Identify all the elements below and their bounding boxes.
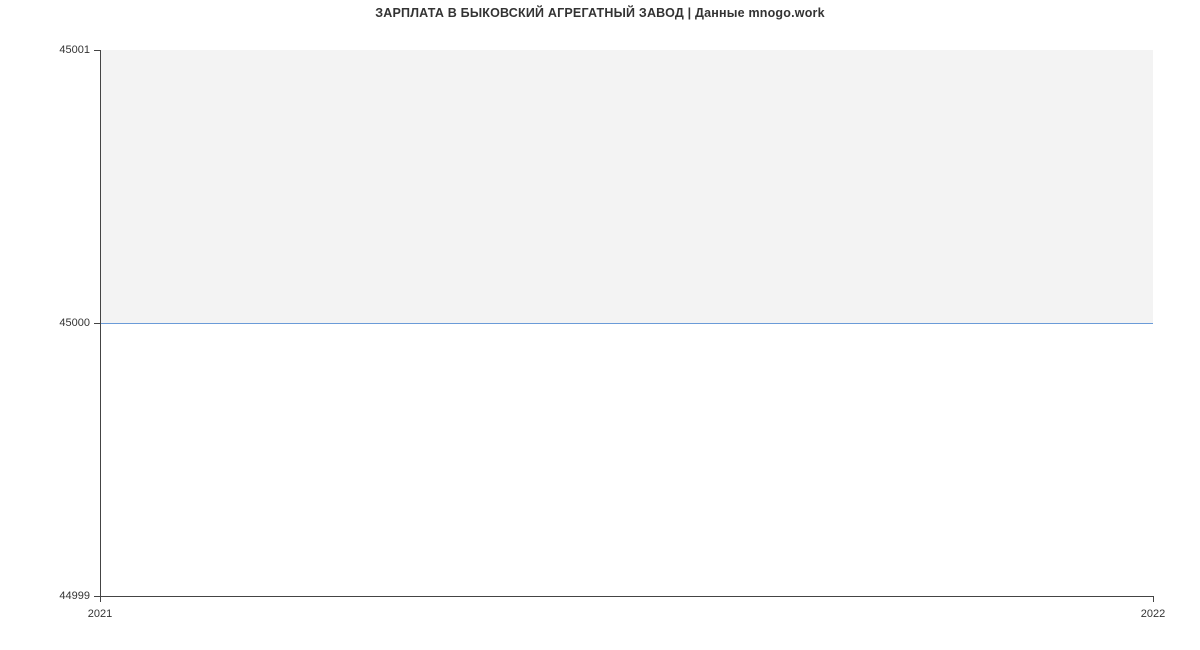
y-tick-label: 45001 [0, 44, 90, 56]
x-axis [100, 596, 1153, 597]
x-tick-label: 2021 [88, 608, 112, 620]
x-tick-label: 2022 [1141, 608, 1165, 620]
chart-container: ЗАРПЛАТА В БЫКОВСКИЙ АГРЕГАТНЫЙ ЗАВОД | … [0, 0, 1200, 650]
plot-background-upper [100, 50, 1153, 323]
x-tick [1153, 596, 1154, 602]
x-tick [100, 596, 101, 602]
chart-title: ЗАРПЛАТА В БЫКОВСКИЙ АГРЕГАТНЫЙ ЗАВОД | … [0, 6, 1200, 20]
y-tick-label: 45000 [0, 317, 90, 329]
y-tick [94, 323, 100, 324]
y-tick-label: 44999 [0, 590, 90, 602]
data-line [100, 323, 1153, 324]
plot-area [100, 50, 1153, 596]
y-axis [100, 50, 101, 596]
y-tick [94, 50, 100, 51]
